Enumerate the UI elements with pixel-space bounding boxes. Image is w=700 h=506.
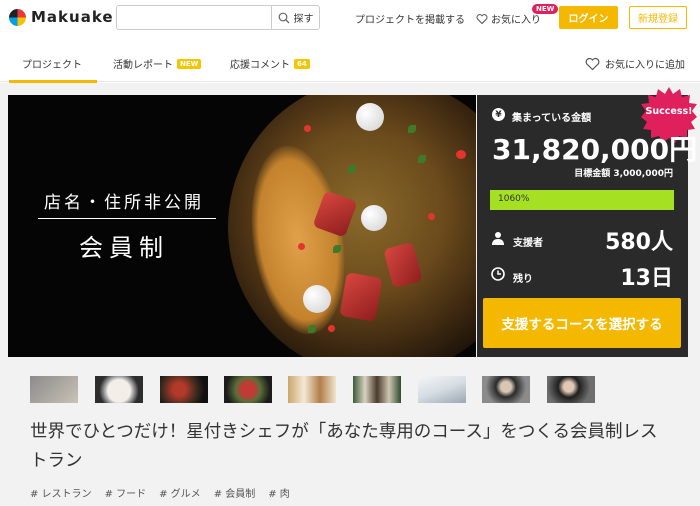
tab-activity-report-badge: NEW bbox=[177, 58, 202, 69]
search-icon bbox=[278, 12, 289, 23]
remaining-value: 13日 bbox=[620, 266, 673, 291]
select-course-button[interactable]: 支援するコースを選択する bbox=[483, 298, 681, 348]
tag-meat[interactable]: # 肉 bbox=[268, 485, 290, 500]
thumbnail-4[interactable] bbox=[224, 376, 272, 403]
goal-amount: 目標金額 3,000,000円 bbox=[574, 169, 673, 179]
logo-mark-icon bbox=[9, 8, 26, 26]
site-header: Makuake 探す プロジェクトを掲載する お気に入り NEW ログイン 新規… bbox=[0, 0, 700, 38]
project-tabs: プロジェクト 活動レポート NEW 応援コメント 64 お気に入りに追加 bbox=[0, 44, 700, 83]
post-project-link[interactable]: プロジェクトを掲載する bbox=[355, 11, 465, 26]
success-badge-label: Success! bbox=[645, 106, 693, 117]
dish-herb-5 bbox=[308, 325, 316, 333]
logo-text: Makuake bbox=[31, 8, 114, 26]
tab-project-label: プロジェクト bbox=[22, 60, 82, 71]
thumbnail-8[interactable] bbox=[482, 376, 530, 403]
search-input[interactable] bbox=[117, 6, 271, 29]
tab-comments[interactable]: 応援コメント 64 bbox=[230, 56, 310, 71]
supporters-label: 支援者 bbox=[513, 238, 543, 249]
project-tags: # レストラン # フード # グルメ # 会員制 # 肉 bbox=[30, 485, 290, 500]
dish-petal-3 bbox=[298, 243, 305, 250]
search-box: 探す bbox=[116, 5, 320, 30]
thumbnail-5[interactable] bbox=[288, 376, 336, 403]
tab-comments-badge: 64 bbox=[294, 58, 310, 69]
project-title: 世界でひとつだけ！星付きシェフが「あなた専用のコース」をつくる会員制レストラン bbox=[30, 422, 658, 471]
hero-caption-divider bbox=[38, 218, 216, 219]
logo[interactable]: Makuake bbox=[9, 8, 114, 26]
hero-image[interactable]: 店名・住所非公開 会員制 bbox=[8, 95, 476, 357]
dish-petal-5 bbox=[328, 325, 335, 332]
favorites-new-badge: NEW bbox=[532, 4, 559, 14]
tag-gourmet[interactable]: # グルメ bbox=[159, 485, 201, 500]
tab-comments-label: 応援コメント bbox=[230, 60, 290, 71]
funding-progress-bar: 1060% bbox=[490, 190, 674, 210]
raised-amount: 31,820,000円 bbox=[492, 133, 698, 166]
dish-herb-1 bbox=[408, 125, 416, 133]
favorites-link[interactable]: お気に入り bbox=[476, 11, 541, 26]
dish-cream-2 bbox=[361, 205, 387, 231]
heart-outline-icon bbox=[585, 57, 600, 70]
hero-caption-members: 会員制 bbox=[79, 234, 169, 262]
search-button-label: 探す bbox=[293, 14, 314, 25]
dish-petal-1 bbox=[304, 125, 311, 132]
dish-meat-3 bbox=[339, 272, 383, 322]
thumbnail-9[interactable] bbox=[547, 376, 595, 403]
dish-herb-4 bbox=[333, 245, 341, 253]
thumbnail-strip bbox=[30, 376, 610, 404]
dish-herb-2 bbox=[418, 155, 426, 163]
dish-petal-2 bbox=[456, 150, 466, 159]
funding-progress-label: 1060% bbox=[498, 194, 530, 204]
tag-food[interactable]: # フード bbox=[105, 485, 147, 500]
signup-button[interactable]: 新規登録 bbox=[629, 6, 687, 29]
tab-activity-report-label: 活動レポート bbox=[113, 60, 173, 71]
thumbnail-7[interactable] bbox=[418, 376, 466, 403]
heart-icon bbox=[476, 13, 488, 24]
raised-label: 集まっている金額 bbox=[512, 113, 592, 124]
clock-icon bbox=[491, 267, 505, 281]
thumbnail-6[interactable] bbox=[353, 376, 401, 403]
yen-icon: ¥ bbox=[492, 108, 505, 121]
dish-petal-4 bbox=[428, 213, 435, 220]
thumbnail-1[interactable] bbox=[30, 376, 78, 403]
add-to-favorites-button[interactable]: お気に入りに追加 bbox=[585, 56, 685, 71]
tab-project[interactable]: プロジェクト bbox=[22, 56, 82, 71]
supporters-value: 580人 bbox=[605, 230, 673, 255]
dish-cream-3 bbox=[303, 285, 331, 313]
add-to-favorites-label: お気に入りに追加 bbox=[605, 60, 685, 71]
person-icon bbox=[492, 232, 504, 245]
dish-cream-1 bbox=[356, 103, 384, 131]
thumbnail-2[interactable] bbox=[95, 376, 143, 403]
hero-caption-private: 店名・住所非公開 bbox=[44, 193, 204, 213]
tag-restaurant[interactable]: # レストラン bbox=[30, 485, 92, 500]
remaining-label: 残り bbox=[513, 274, 533, 285]
dish-herb-3 bbox=[348, 165, 356, 173]
thumbnail-3[interactable] bbox=[160, 376, 208, 403]
login-button[interactable]: ログイン bbox=[559, 6, 618, 29]
tag-members-only[interactable]: # 会員制 bbox=[214, 485, 256, 500]
tab-activity-report[interactable]: 活動レポート NEW bbox=[113, 56, 202, 71]
search-button[interactable]: 探す bbox=[271, 6, 319, 29]
